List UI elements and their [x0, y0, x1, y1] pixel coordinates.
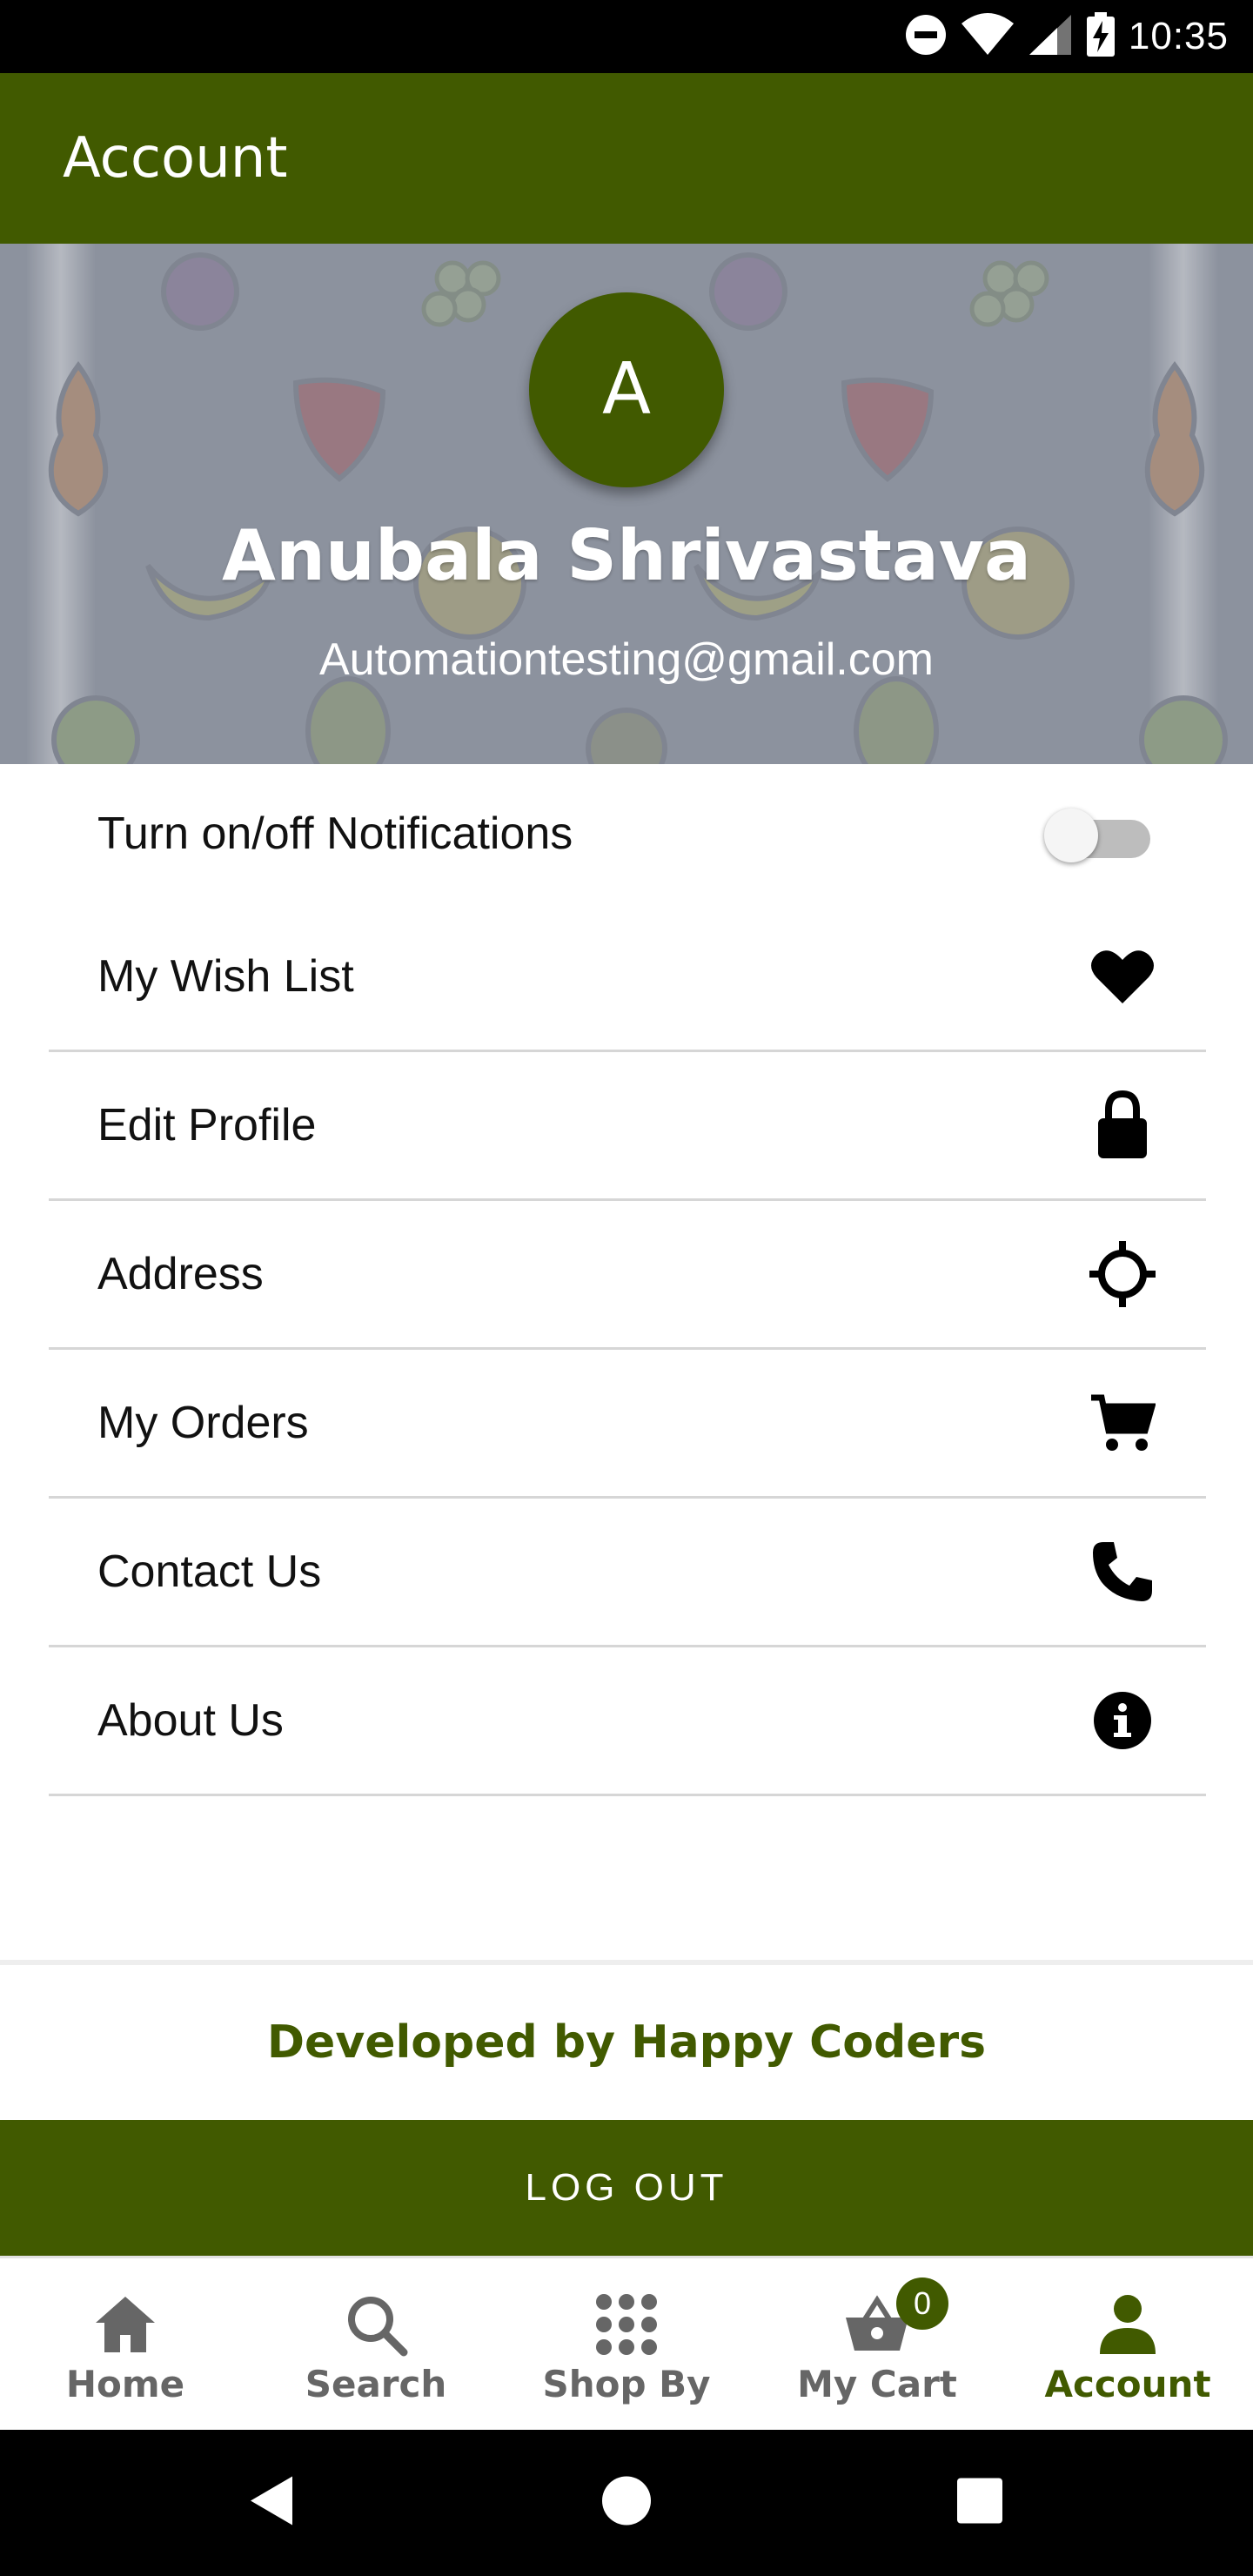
developer-credit: Developed by Happy Coders — [266, 2016, 987, 2069]
nav-search[interactable]: Search — [251, 2258, 501, 2430]
avatar[interactable]: A — [529, 292, 724, 487]
menu-item-label: About Us — [97, 1695, 284, 1746]
developer-credit-strip: Developed by Happy Coders — [0, 1960, 1253, 2120]
crosshair-icon — [1088, 1239, 1157, 1309]
menu-item-label: Contact Us — [97, 1546, 322, 1597]
page-title: Account — [63, 126, 288, 191]
status-bar: 10:35 — [0, 0, 1253, 73]
bottom-nav: Home Search Shop By 0 My Cart Account — [0, 2256, 1253, 2430]
nav-label: Account — [1044, 2363, 1211, 2405]
nav-my-cart[interactable]: 0 My Cart — [752, 2258, 1002, 2430]
home-circle-icon[interactable] — [600, 2475, 653, 2532]
notifications-toggle[interactable] — [1044, 803, 1157, 864]
nav-shop-by[interactable]: Shop By — [501, 2258, 752, 2430]
menu-item-label: Address — [97, 1249, 264, 1299]
menu-item-about-us[interactable]: About Us — [49, 1647, 1206, 1796]
person-icon — [1093, 2290, 1163, 2359]
menu-item-contact-us[interactable]: Contact Us — [49, 1499, 1206, 1647]
cart-icon — [1088, 1388, 1157, 1458]
menu-item-label: My Orders — [97, 1398, 309, 1448]
account-menu-list: Turn on/off Notifications My Wish List E… — [49, 764, 1206, 1796]
status-time: 10:35 — [1128, 15, 1229, 57]
user-email: Automationtesting@gmail.com — [319, 634, 934, 685]
profile-banner: A Anubala Shrivastava Automationtesting@… — [0, 244, 1253, 764]
search-icon — [341, 2290, 411, 2359]
menu-item-my-wish-list[interactable]: My Wish List — [49, 903, 1206, 1052]
nav-label: Search — [305, 2363, 447, 2405]
toggle-thumb — [1044, 808, 1098, 862]
logout-button[interactable]: LOG OUT — [0, 2120, 1253, 2256]
menu-item-address[interactable]: Address — [49, 1201, 1206, 1350]
wifi-icon — [960, 12, 1015, 61]
phone-icon — [1088, 1537, 1157, 1607]
user-name: Anubala Shrivastava — [222, 515, 1031, 596]
nav-label: My Cart — [797, 2363, 957, 2405]
lock-icon — [1088, 1090, 1157, 1160]
cart-count-badge: 0 — [896, 2277, 948, 2330]
system-nav-bar — [0, 2430, 1253, 2576]
notifications-label: Turn on/off Notifications — [97, 808, 573, 859]
notifications-row: Turn on/off Notifications — [49, 764, 1206, 903]
nav-account[interactable]: Account — [1002, 2258, 1253, 2430]
home-icon — [90, 2290, 160, 2359]
grid-icon — [592, 2290, 661, 2359]
menu-item-label: My Wish List — [97, 951, 354, 1002]
battery-charging-icon — [1085, 11, 1116, 62]
recents-icon[interactable] — [955, 2477, 1004, 2530]
info-icon — [1088, 1686, 1157, 1755]
app-bar: Account — [0, 73, 1253, 244]
back-icon[interactable] — [245, 2473, 298, 2533]
nav-label: Home — [65, 2363, 185, 2405]
signal-icon — [1028, 13, 1073, 61]
do-not-disturb-icon — [904, 13, 948, 61]
nav-label: Shop By — [542, 2363, 711, 2405]
heart-icon — [1088, 942, 1157, 1011]
menu-item-label: Edit Profile — [97, 1100, 317, 1150]
nav-home[interactable]: Home — [0, 2258, 251, 2430]
menu-item-my-orders[interactable]: My Orders — [49, 1350, 1206, 1499]
menu-item-edit-profile[interactable]: Edit Profile — [49, 1052, 1206, 1201]
